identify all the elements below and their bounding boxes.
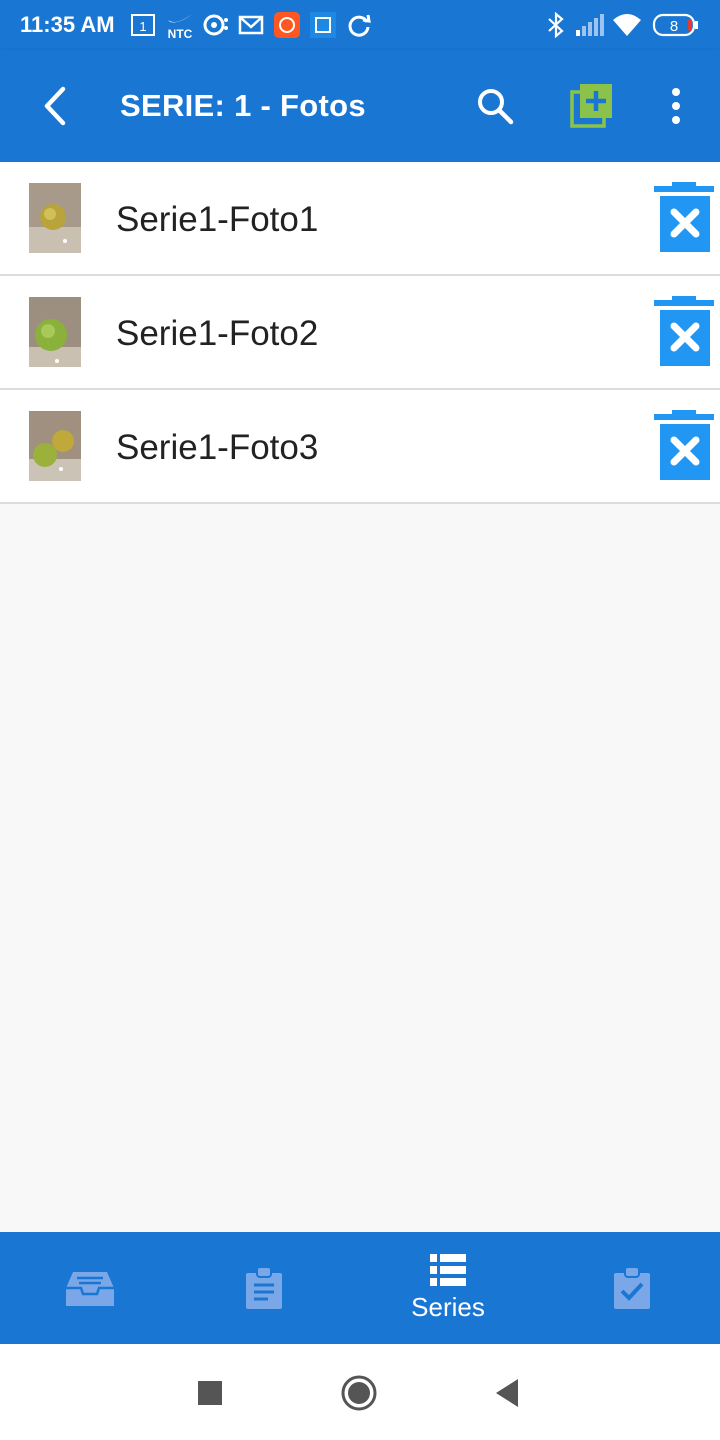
battery-icon: 8 — [652, 12, 700, 43]
sync-icon — [346, 12, 372, 38]
add-photo-button[interactable] — [564, 78, 620, 134]
back-button[interactable] — [28, 78, 84, 134]
delete-button[interactable] — [654, 182, 716, 254]
triangle-back-icon — [496, 1379, 518, 1407]
page-title: SERIE: 1 - Fotos — [120, 88, 366, 123]
nike-ntc-icon: NTC — [166, 12, 194, 41]
app-bar: SERIE: 1 - Fotos — [0, 50, 720, 162]
photo-label: Serie1-Foto3 — [116, 428, 319, 467]
inbox-icon — [66, 1272, 114, 1306]
svg-text:8: 8 — [670, 18, 678, 35]
gmail-icon — [238, 12, 264, 38]
clipboard-icon — [246, 1267, 282, 1309]
list-item[interactable]: Serie1-Foto2 — [0, 276, 720, 390]
nav-label-series: Series — [411, 1291, 485, 1322]
nav-item-series[interactable]: Series — [358, 1232, 538, 1344]
system-navigation-bar — [0, 1344, 720, 1440]
home-button[interactable] — [336, 1370, 382, 1416]
circle-icon — [341, 1375, 377, 1411]
signal-icon — [574, 12, 604, 43]
list-item[interactable]: Serie1-Foto3 — [0, 390, 720, 504]
recents-button[interactable] — [187, 1370, 233, 1416]
delete-icon — [654, 410, 714, 480]
bluetooth-icon — [546, 11, 566, 43]
clipboard-check-icon — [614, 1267, 650, 1309]
delete-icon — [654, 296, 714, 366]
status-bar: 11:35 AM 1 NTC 8 — [0, 0, 720, 50]
delete-button[interactable] — [654, 410, 716, 482]
nav-item-forms[interactable] — [174, 1232, 354, 1344]
more-options-button[interactable] — [648, 78, 704, 134]
mi-app-icon — [274, 12, 300, 38]
photo-thumbnail[interactable] — [29, 183, 81, 253]
media-icon — [202, 12, 228, 38]
svg-text:NTC: NTC — [168, 27, 193, 40]
photo-thumbnail[interactable] — [29, 411, 81, 481]
system-back-button[interactable] — [484, 1370, 530, 1416]
status-time: 11:35 AM — [20, 12, 115, 37]
delete-button[interactable] — [654, 296, 716, 368]
photo-label: Serie1-Foto1 — [116, 200, 319, 239]
photo-thumbnail[interactable] — [29, 297, 81, 367]
mi-device-icon — [310, 12, 336, 38]
nav-item-inbox[interactable] — [0, 1232, 180, 1344]
photo-label: Serie1-Foto2 — [116, 314, 319, 353]
bottom-navigation: Series — [0, 1232, 720, 1344]
search-icon — [478, 89, 514, 125]
wifi-icon — [612, 12, 642, 43]
square-icon — [198, 1381, 222, 1405]
add-to-library-icon — [570, 84, 612, 128]
delete-icon — [654, 182, 714, 252]
nav-item-completed[interactable] — [542, 1232, 720, 1344]
search-button[interactable] — [467, 78, 523, 134]
more-vert-icon — [672, 88, 680, 124]
arrow-back-icon — [44, 86, 66, 126]
list-icon — [430, 1253, 466, 1286]
calendar-icon: 1 — [130, 12, 156, 38]
photo-list: Serie1-Foto1 Serie1-Foto2 Serie1-Foto3 — [0, 162, 720, 504]
svg-text:1: 1 — [139, 19, 146, 34]
list-item[interactable]: Serie1-Foto1 — [0, 162, 720, 276]
